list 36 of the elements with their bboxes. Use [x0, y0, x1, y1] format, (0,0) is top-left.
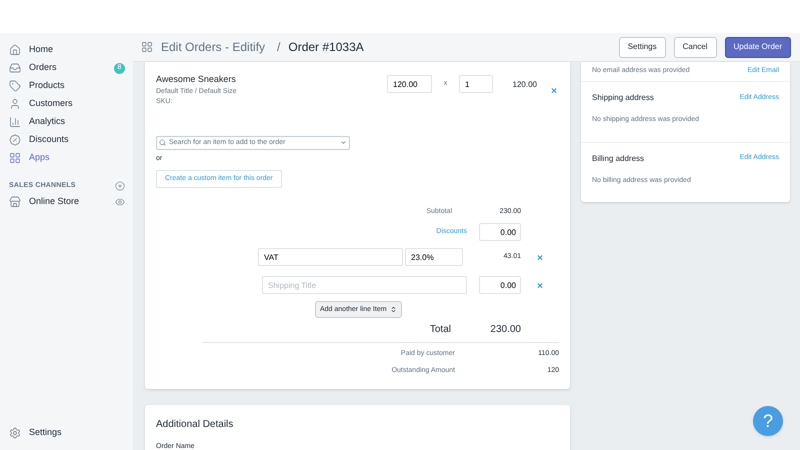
- header-button[interactable]: Settings: [618, 36, 666, 58]
- nav-item[interactable]: Apps: [1, 149, 133, 167]
- tax-rate-input[interactable]: 23.0%: [405, 248, 463, 266]
- nav-label: Analytics: [29, 115, 66, 128]
- settings-nav-item[interactable]: Settings: [1, 424, 133, 442]
- channel-item[interactable]: Online Store: [1, 193, 133, 211]
- page-title: Order #1033A: [288, 39, 364, 56]
- total-value: 230.00: [489, 323, 521, 338]
- nav-item[interactable]: Discounts: [1, 131, 133, 149]
- channel-label: Online Store: [29, 195, 80, 208]
- price-input[interactable]: 120.00: [387, 75, 432, 93]
- shipping-title-input[interactable]: Shipping Title: [262, 276, 467, 294]
- quantity-input[interactable]: 1: [459, 75, 493, 93]
- total-label: Total: [430, 323, 451, 338]
- product-name: Awesome Sneakers: [156, 73, 237, 86]
- nav-label: Apps: [29, 151, 51, 164]
- section-title: Billing address: [592, 152, 644, 164]
- shipping-amount-input[interactable]: 0.00: [479, 276, 521, 294]
- nav-item[interactable]: Analytics: [1, 113, 133, 131]
- tax-title-input[interactable]: VAT: [258, 248, 403, 266]
- nav-item[interactable]: Customers: [1, 95, 133, 113]
- header-button[interactable]: Update Order: [724, 36, 791, 58]
- header-button[interactable]: Cancel: [674, 36, 717, 58]
- line-total: 120.00: [512, 79, 537, 91]
- nav-label: Products: [29, 79, 66, 92]
- section-title: Shipping address: [592, 92, 654, 104]
- nav-label: Orders: [29, 61, 58, 74]
- nav-label: Home: [29, 43, 54, 56]
- app-title[interactable]: Edit Orders - Editify: [161, 38, 266, 56]
- discounts-input[interactable]: 0.00: [479, 223, 521, 242]
- nav-label: Discounts: [29, 133, 70, 146]
- details-title: Additional Details: [156, 418, 234, 432]
- breadcrumb-separator: /: [277, 39, 280, 56]
- nav-item[interactable]: Products: [1, 77, 133, 95]
- nav-label: Customers: [29, 97, 74, 110]
- nav-item[interactable]: Home: [1, 41, 133, 59]
